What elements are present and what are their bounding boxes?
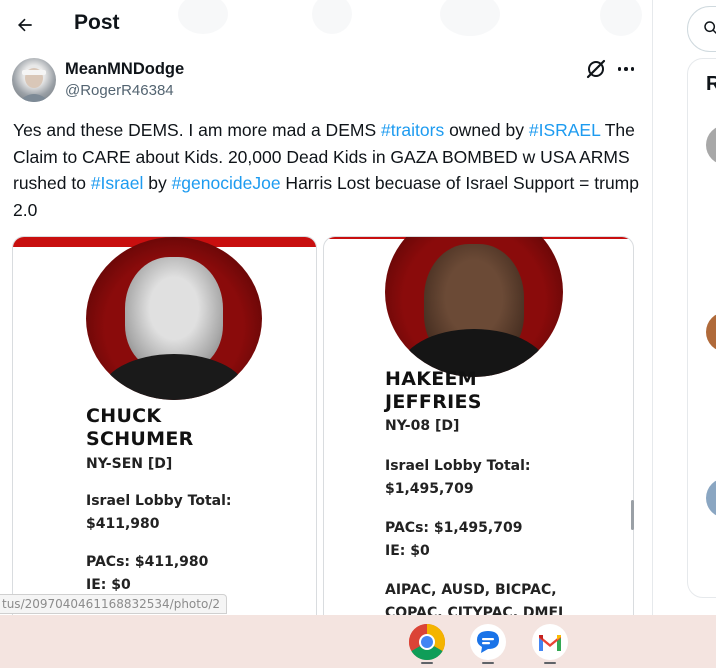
back-button[interactable]	[8, 8, 42, 42]
chrome-icon[interactable]	[408, 623, 446, 661]
background-ghost-shape	[440, 0, 500, 36]
card-name-line1: CHUCK	[86, 405, 162, 427]
card-ie: IE: $0	[385, 543, 430, 559]
sidebar-heading: R	[706, 73, 716, 95]
search-icon	[704, 21, 716, 35]
app-running-indicator	[482, 662, 494, 664]
author-handle[interactable]: @RogerR46384	[65, 82, 174, 99]
card-name-line2: JEFFRIES	[385, 391, 482, 413]
app-running-indicator	[544, 662, 556, 664]
background-ghost-shape	[312, 0, 352, 34]
card-lobby-label: Israel Lobby Total:	[385, 458, 531, 474]
card-lobby-value: $411,980	[86, 516, 160, 532]
hashtag-link[interactable]: #traitors	[381, 120, 444, 140]
media-image-right[interactable]: HAKEEM JEFFRIES NY-08 [D] Israel Lobby T…	[323, 236, 634, 616]
card-orgs-line1: AIPAC, AUSD, BICPAC,	[385, 582, 557, 598]
background-ghost-shape	[178, 0, 228, 34]
post-text-segment: owned by	[444, 120, 529, 140]
os-taskbar	[0, 615, 716, 668]
more-options-icon[interactable]	[614, 57, 638, 81]
media-image-left[interactable]: CHUCK SCHUMER NY-SEN [D] Israel Lobby To…	[12, 236, 317, 616]
card-district: NY-SEN [D]	[86, 456, 173, 472]
portrait-photo	[86, 237, 262, 400]
card-district: NY-08 [D]	[385, 418, 460, 434]
background-ghost-shape	[600, 0, 642, 36]
grok-icon-glyph	[586, 59, 606, 79]
column-divider	[652, 0, 653, 668]
post-body-text: Yes and these DEMS. I am more mad a DEMS…	[13, 117, 643, 223]
top-bar: Post	[0, 0, 652, 50]
app-running-indicator	[421, 662, 433, 664]
post-text-segment: by	[143, 173, 172, 193]
card-lobby-label: Israel Lobby Total:	[86, 493, 232, 509]
author-display-name[interactable]: MeanMNDodge	[65, 60, 184, 79]
card-lobby-value: $1,495,709	[385, 481, 474, 497]
card-pacs: PACs: $411,980	[86, 554, 209, 570]
hashtag-link[interactable]: #genocideJoe	[172, 173, 281, 193]
messages-icon[interactable]	[469, 623, 507, 661]
card-orgs-line2: COPAC, CITYPAC, DMFI	[385, 605, 564, 616]
card-name-line1: HAKEEM	[385, 368, 477, 390]
hashtag-link[interactable]: #Israel	[91, 173, 144, 193]
avatar-image	[18, 67, 50, 102]
link-status-url: tus/2097040461168832534/photo/2	[0, 594, 227, 614]
card-pacs: PACs: $1,495,709	[385, 520, 523, 536]
scrollbar-thumb[interactable]	[631, 500, 634, 530]
hashtag-link[interactable]: #ISRAEL	[529, 120, 600, 140]
card-name-line2: SCHUMER	[86, 428, 194, 450]
grok-icon[interactable]	[584, 57, 608, 81]
avatar[interactable]	[12, 58, 56, 102]
page-title: Post	[74, 11, 120, 34]
portrait-photo	[385, 237, 563, 377]
gmail-icon[interactable]	[531, 623, 569, 661]
arrow-left-icon	[18, 18, 32, 32]
post-text-segment: Yes and these DEMS. I am more mad a DEMS	[13, 120, 381, 140]
